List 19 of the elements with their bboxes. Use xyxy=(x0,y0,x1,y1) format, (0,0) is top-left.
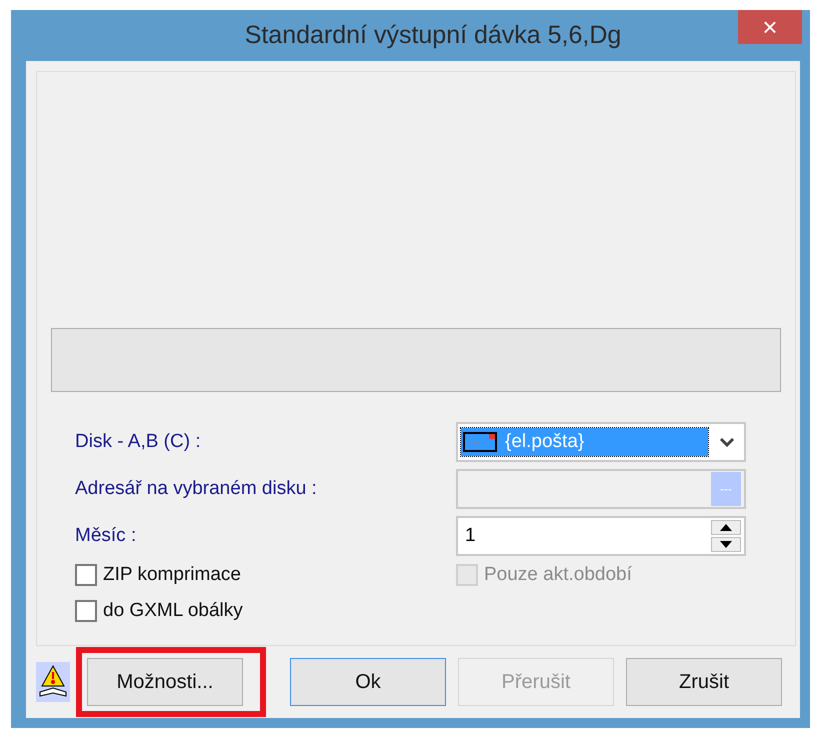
envelope-icon xyxy=(463,432,497,452)
checkbox[interactable]: do GXML obálky xyxy=(75,600,456,622)
field-label: Měsíc : xyxy=(75,525,138,547)
dialog-button[interactable]: Ok xyxy=(290,658,446,706)
checkbox[interactable]: ZIP komprimace xyxy=(75,564,456,586)
down-triangle-icon xyxy=(720,541,732,548)
field-label: Adresář na vybraném disku : xyxy=(75,478,318,500)
spin-up-button[interactable] xyxy=(711,520,741,535)
chevron-down-icon xyxy=(719,436,735,448)
spin-down-button[interactable] xyxy=(711,537,741,552)
help-icon[interactable] xyxy=(36,662,70,702)
dialog-button[interactable]: Možnosti... xyxy=(87,658,243,706)
dropdown-value: {el.pošta} xyxy=(461,428,708,456)
dialog-button[interactable]: Zrušit xyxy=(626,658,782,706)
month-spinner[interactable]: 1 xyxy=(456,516,746,556)
up-triangle-icon xyxy=(720,524,732,531)
close-button[interactable]: × xyxy=(738,10,802,44)
field-label: Disk - A,B (C) : xyxy=(75,431,202,453)
window-title: Standardní výstupní dávka 5,6,Dg xyxy=(244,21,622,50)
